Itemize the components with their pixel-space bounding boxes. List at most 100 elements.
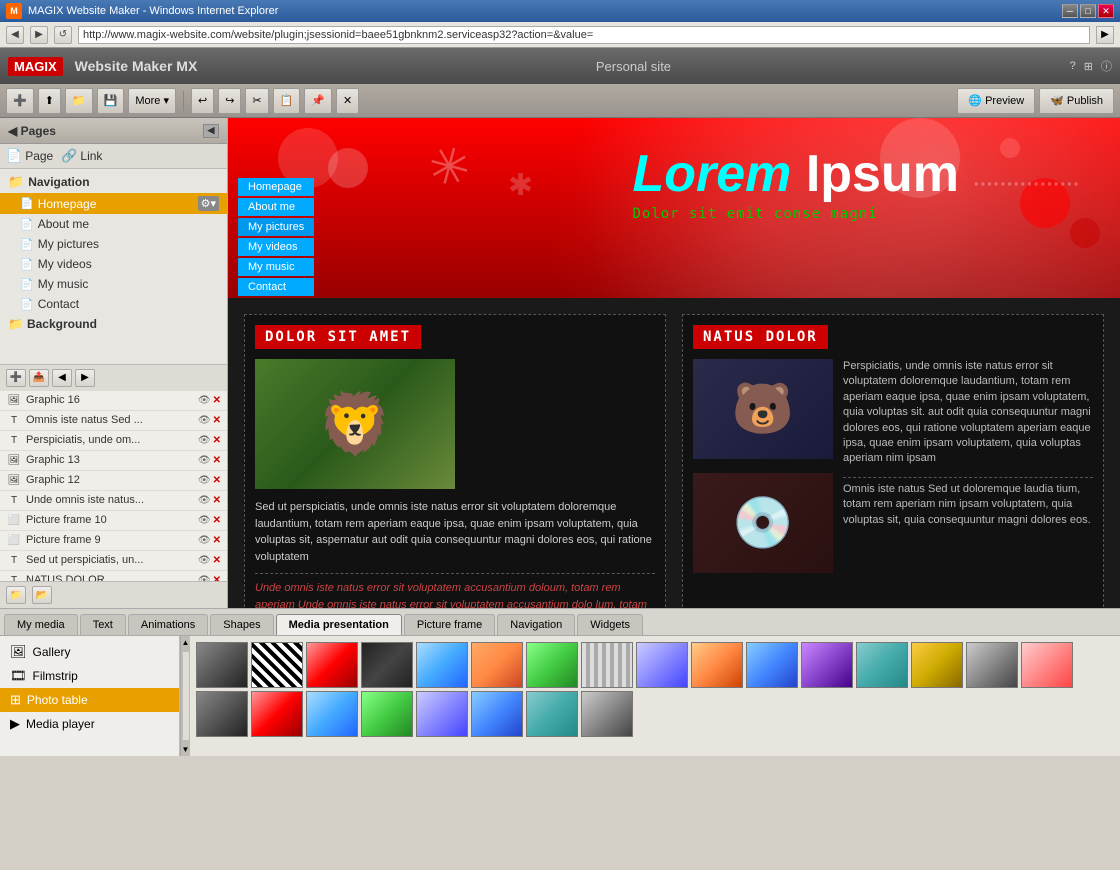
thumb-11[interactable] (746, 642, 798, 688)
delete-button[interactable]: ✕ (336, 88, 359, 114)
layer-add-button[interactable]: ➕ (6, 369, 26, 387)
thumb-1[interactable] (196, 642, 248, 688)
eye-icon[interactable]: 👁 (198, 455, 211, 466)
delete-layer-icon[interactable]: ✕ (213, 495, 221, 506)
thumb-2[interactable] (251, 642, 303, 688)
sidebar-item-homepage[interactable]: 📄 Homepage ⚙▾ (0, 193, 227, 214)
sidebar-item-music[interactable]: 📄 My music (0, 274, 227, 294)
canvas-inner[interactable]: ✳ ✱ Homepage About me My pictures My vid… (228, 118, 1120, 608)
sidebar-item-about[interactable]: 📄 About me (0, 214, 227, 234)
tab-link[interactable]: 🔗 Link (61, 148, 102, 164)
minimize-button[interactable]: ─ (1062, 4, 1078, 18)
thumb-20[interactable] (361, 691, 413, 737)
publish-button[interactable]: 🦋 Publish (1039, 88, 1114, 114)
go-button[interactable]: ▶ (1096, 26, 1114, 44)
layer-item[interactable]: ⬜ Picture frame 9 👁 ✕ (0, 531, 227, 551)
info-button[interactable]: ⓘ (1101, 58, 1112, 74)
thumb-7[interactable] (526, 642, 578, 688)
delete-layer-icon[interactable]: ✕ (213, 515, 221, 526)
tab-text[interactable]: Text (80, 614, 126, 635)
thumb-8[interactable] (581, 642, 633, 688)
thumb-19[interactable] (306, 691, 358, 737)
media-gallery[interactable]: 🖼 Gallery (0, 640, 179, 664)
layer-item[interactable]: T NATUS DOLOR 👁 ✕ (0, 571, 227, 582)
tab-my-media[interactable]: My media (4, 614, 78, 635)
tab-page[interactable]: 📄 Page (6, 148, 53, 164)
delete-layer-icon[interactable]: ✕ (213, 555, 221, 566)
delete-layer-icon[interactable]: ✕ (213, 415, 221, 426)
layer-item[interactable]: 🖼 Graphic 13 👁 ✕ (0, 451, 227, 471)
refresh-button[interactable]: ↺ (54, 26, 72, 44)
layer-item[interactable]: T Omnis iste natus Sed ... 👁 ✕ (0, 411, 227, 431)
homepage-gear-icon[interactable]: ⚙▾ (198, 196, 219, 211)
thumb-14[interactable] (911, 642, 963, 688)
preview-button[interactable]: 🌐 Preview (957, 88, 1035, 114)
eye-icon[interactable]: 👁 (198, 415, 211, 426)
paste-button[interactable]: 📌 (304, 88, 332, 114)
cut-button[interactable]: ✂ (245, 88, 268, 114)
sidebar-item-pictures[interactable]: 📄 My pictures (0, 234, 227, 254)
sidebar-item-contact[interactable]: 📄 Contact (0, 294, 227, 314)
layer-item[interactable]: T Unde omnis iste natus... 👁 ✕ (0, 491, 227, 511)
media-player[interactable]: ▶ Media player (0, 712, 179, 736)
tab-picture-frame[interactable]: Picture frame (404, 614, 495, 635)
thumb-22[interactable] (471, 691, 523, 737)
thumb-4[interactable] (361, 642, 413, 688)
sidebar-item-videos[interactable]: 📄 My videos (0, 254, 227, 274)
folder-btn1[interactable]: 📁 (6, 586, 26, 604)
layer-move-button[interactable]: 📤 (29, 369, 49, 387)
thumb-15[interactable] (966, 642, 1018, 688)
tab-navigation[interactable]: Navigation (497, 614, 575, 635)
layer-prev-button[interactable]: ◀ (52, 369, 72, 387)
eye-icon[interactable]: 👁 (198, 555, 211, 566)
layer-item[interactable]: ⬜ Picture frame 10 👁 ✕ (0, 511, 227, 531)
eye-icon[interactable]: 👁 (198, 535, 211, 546)
nav-videos[interactable]: My videos (238, 238, 314, 256)
media-filmstrip[interactable]: 🎞 Filmstrip (0, 664, 179, 688)
tab-widgets[interactable]: Widgets (577, 614, 643, 635)
undo-button[interactable]: ↩ (191, 88, 214, 114)
folder-button[interactable]: 📁 (65, 88, 93, 114)
thumb-12[interactable] (801, 642, 853, 688)
eye-icon[interactable]: 👁 (198, 495, 211, 506)
thumb-18[interactable] (251, 691, 303, 737)
thumb-17[interactable] (196, 691, 248, 737)
address-input[interactable] (78, 26, 1090, 44)
delete-layer-icon[interactable]: ✕ (213, 535, 221, 546)
thumb-24[interactable] (581, 691, 633, 737)
thumb-21[interactable] (416, 691, 468, 737)
nav-homepage[interactable]: Homepage (238, 178, 314, 196)
forward-button[interactable]: ▶ (30, 26, 48, 44)
delete-layer-icon[interactable]: ✕ (213, 475, 221, 486)
eye-icon[interactable]: 👁 (198, 435, 211, 446)
tab-media-presentation[interactable]: Media presentation (276, 614, 402, 635)
upload-button[interactable]: ⬆ (38, 88, 61, 114)
help2-button[interactable]: ⊞ (1084, 60, 1093, 73)
nav-about[interactable]: About me (238, 198, 314, 216)
back-button[interactable]: ◀ (6, 26, 24, 44)
thumb-10[interactable] (691, 642, 743, 688)
redo-button[interactable]: ↪ (218, 88, 241, 114)
delete-layer-icon[interactable]: ✕ (213, 455, 221, 466)
maximize-button[interactable]: □ (1080, 4, 1096, 18)
thumb-16[interactable] (1021, 642, 1073, 688)
tab-animations[interactable]: Animations (128, 614, 208, 635)
media-list-scrollbar[interactable]: ▲ ▼ (180, 636, 190, 756)
save-button[interactable]: 💾 (97, 88, 125, 114)
thumb-9[interactable] (636, 642, 688, 688)
help-button[interactable]: ? (1070, 60, 1076, 72)
layer-item[interactable]: T Perspiciatis, unde om... 👁 ✕ (0, 431, 227, 451)
add-page-button[interactable]: ➕ (6, 88, 34, 114)
tab-shapes[interactable]: Shapes (210, 614, 273, 635)
more-button[interactable]: More ▾ (128, 88, 176, 114)
thumb-3[interactable] (306, 642, 358, 688)
eye-icon[interactable]: 👁 (198, 475, 211, 486)
layer-item[interactable]: T Sed ut perspiciatis, un... 👁 ✕ (0, 551, 227, 571)
folder-btn2[interactable]: 📂 (32, 586, 52, 604)
eye-icon[interactable]: 👁 (198, 515, 211, 526)
window-controls[interactable]: ─ □ ✕ (1062, 4, 1114, 18)
delete-layer-icon[interactable]: ✕ (213, 435, 221, 446)
layer-item[interactable]: 🖼 Graphic 16 👁 ✕ (0, 391, 227, 411)
thumb-13[interactable] (856, 642, 908, 688)
layer-next-button[interactable]: ▶ (75, 369, 95, 387)
